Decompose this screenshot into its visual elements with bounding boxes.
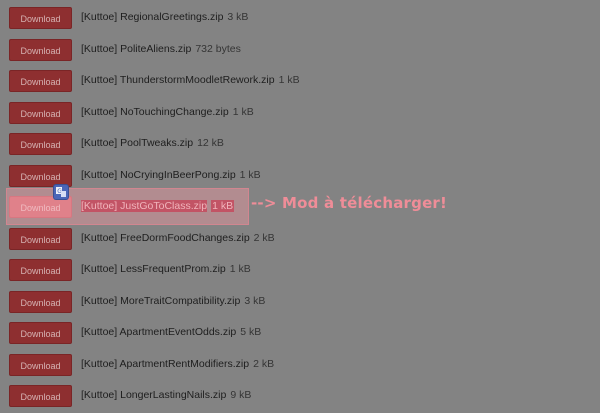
download-button[interactable]: Download	[9, 290, 72, 313]
file-name[interactable]: [Kuttoe] LongerLastingNails.zip 9 kB	[81, 389, 251, 401]
file-name[interactable]: [Kuttoe] ThunderstormMoodletRework.zip 1 …	[81, 74, 300, 86]
file-name[interactable]: [Kuttoe] NoCryingInBeerPong.zip 1 kB	[81, 169, 261, 181]
download-button[interactable]: Download	[9, 164, 72, 187]
file-size: 9 kB	[230, 389, 252, 401]
file-size: 12 kB	[197, 137, 224, 149]
highlight-box	[6, 188, 249, 225]
file-row: Download [Kuttoe] NoTouchingChange.zip 1 k…	[0, 98, 600, 130]
file-name-text[interactable]: [Kuttoe] NoTouchingChange.zip	[81, 106, 229, 118]
file-size: 2 kB	[253, 231, 275, 244]
file-name-text[interactable]: [Kuttoe] NoCryingInBeerPong.zip	[81, 169, 236, 181]
download-button[interactable]: Download	[9, 7, 72, 29]
file-name[interactable]: [Kuttoe] PoliteAliens.zip 732 bytes	[81, 43, 241, 55]
file-name-text[interactable]: [Kuttoe] PoliteAliens.zip	[81, 43, 191, 55]
file-name[interactable]: [Kuttoe] ApartmentRentModifiers.zip 2 kB	[81, 358, 274, 370]
download-button[interactable]: Download	[9, 227, 72, 250]
file-name-text[interactable]: [Kuttoe] ThunderstormMoodletRework.zip	[81, 74, 275, 86]
file-name[interactable]: [Kuttoe] NoTouchingChange.zip 1 kB	[81, 106, 254, 118]
annotation-text: --> Mod à télécharger!	[251, 194, 448, 212]
file-name[interactable]: [Kuttoe] RegionalGreetings.zip 3 kB	[81, 11, 248, 23]
file-name-text[interactable]: [Kuttoe] LessFrequentProm.zip	[81, 263, 226, 275]
file-row: Download [Kuttoe] LessFrequentProm.zip 1 k…	[0, 255, 600, 287]
file-name-text[interactable]: [Kuttoe] MoreTraitCompatibility.zip	[81, 295, 240, 307]
file-name[interactable]: [Kuttoe] LessFrequentProm.zip 1 kB	[81, 263, 251, 275]
file-name[interactable]: [Kuttoe] MoreTraitCompatibility.zip 3 kB	[81, 295, 265, 307]
download-button[interactable]: Download	[9, 385, 72, 407]
file-name-text[interactable]: [Kuttoe] FreeDormFoodChanges.zip	[81, 232, 250, 244]
file-size: 1 kB	[229, 263, 251, 275]
download-button[interactable]: Download	[9, 133, 72, 155]
file-row: Download [Kuttoe] FreeDormFoodChanges.zip…	[0, 224, 600, 256]
file-size: 1 kB	[239, 168, 261, 181]
file-size: 3 kB	[244, 294, 266, 307]
download-button[interactable]: Download	[9, 38, 72, 61]
file-row: Download [Kuttoe] PoliteAliens.zip 732 byt…	[0, 35, 600, 67]
download-button[interactable]: Download	[9, 70, 72, 92]
file-row: Download [Kuttoe] RegionalGreetings.zip 3 …	[0, 3, 600, 35]
file-row: Download [Kuttoe] ApartmentEventOdds.zip 5…	[0, 318, 600, 350]
file-name-text[interactable]: [Kuttoe] LongerLastingNails.zip	[81, 389, 226, 401]
file-size: 2 kB	[253, 357, 275, 370]
file-row: Download [Kuttoe] ApartmentRentModifiers.…	[0, 350, 600, 382]
file-size: 732 bytes	[195, 42, 241, 55]
file-row: Download [Kuttoe] LongerLastingNails.zip 9…	[0, 381, 600, 413]
download-button[interactable]: Download	[9, 101, 72, 124]
file-name-text[interactable]: [Kuttoe] ApartmentRentModifiers.zip	[81, 358, 249, 370]
file-name-text[interactable]: [Kuttoe] ApartmentEventOdds.zip	[81, 326, 236, 338]
translate-icon[interactable]: G	[54, 185, 68, 199]
download-button[interactable]: Download	[9, 353, 72, 376]
file-size: 3 kB	[227, 11, 249, 23]
file-row: Download [Kuttoe] ThunderstormMoodletRewo…	[0, 66, 600, 98]
file-size: 5 kB	[240, 326, 262, 338]
file-name-text[interactable]: [Kuttoe] PoolTweaks.zip	[81, 137, 193, 149]
file-name[interactable]: [Kuttoe] PoolTweaks.zip 12 kB	[81, 137, 224, 149]
file-size: 1 kB	[278, 74, 300, 86]
file-name[interactable]: [Kuttoe] ApartmentEventOdds.zip 5 kB	[81, 326, 261, 338]
download-button[interactable]: Download	[9, 322, 72, 344]
file-row: Download [Kuttoe] PoolTweaks.zip 12 kB	[0, 129, 600, 161]
download-button[interactable]: Download	[9, 259, 72, 281]
file-name-text[interactable]: [Kuttoe] RegionalGreetings.zip	[81, 11, 223, 23]
file-row: Download [Kuttoe] MoreTraitCompatibility.…	[0, 287, 600, 319]
file-size: 1 kB	[232, 105, 254, 118]
file-name[interactable]: [Kuttoe] FreeDormFoodChanges.zip 2 kB	[81, 232, 275, 244]
